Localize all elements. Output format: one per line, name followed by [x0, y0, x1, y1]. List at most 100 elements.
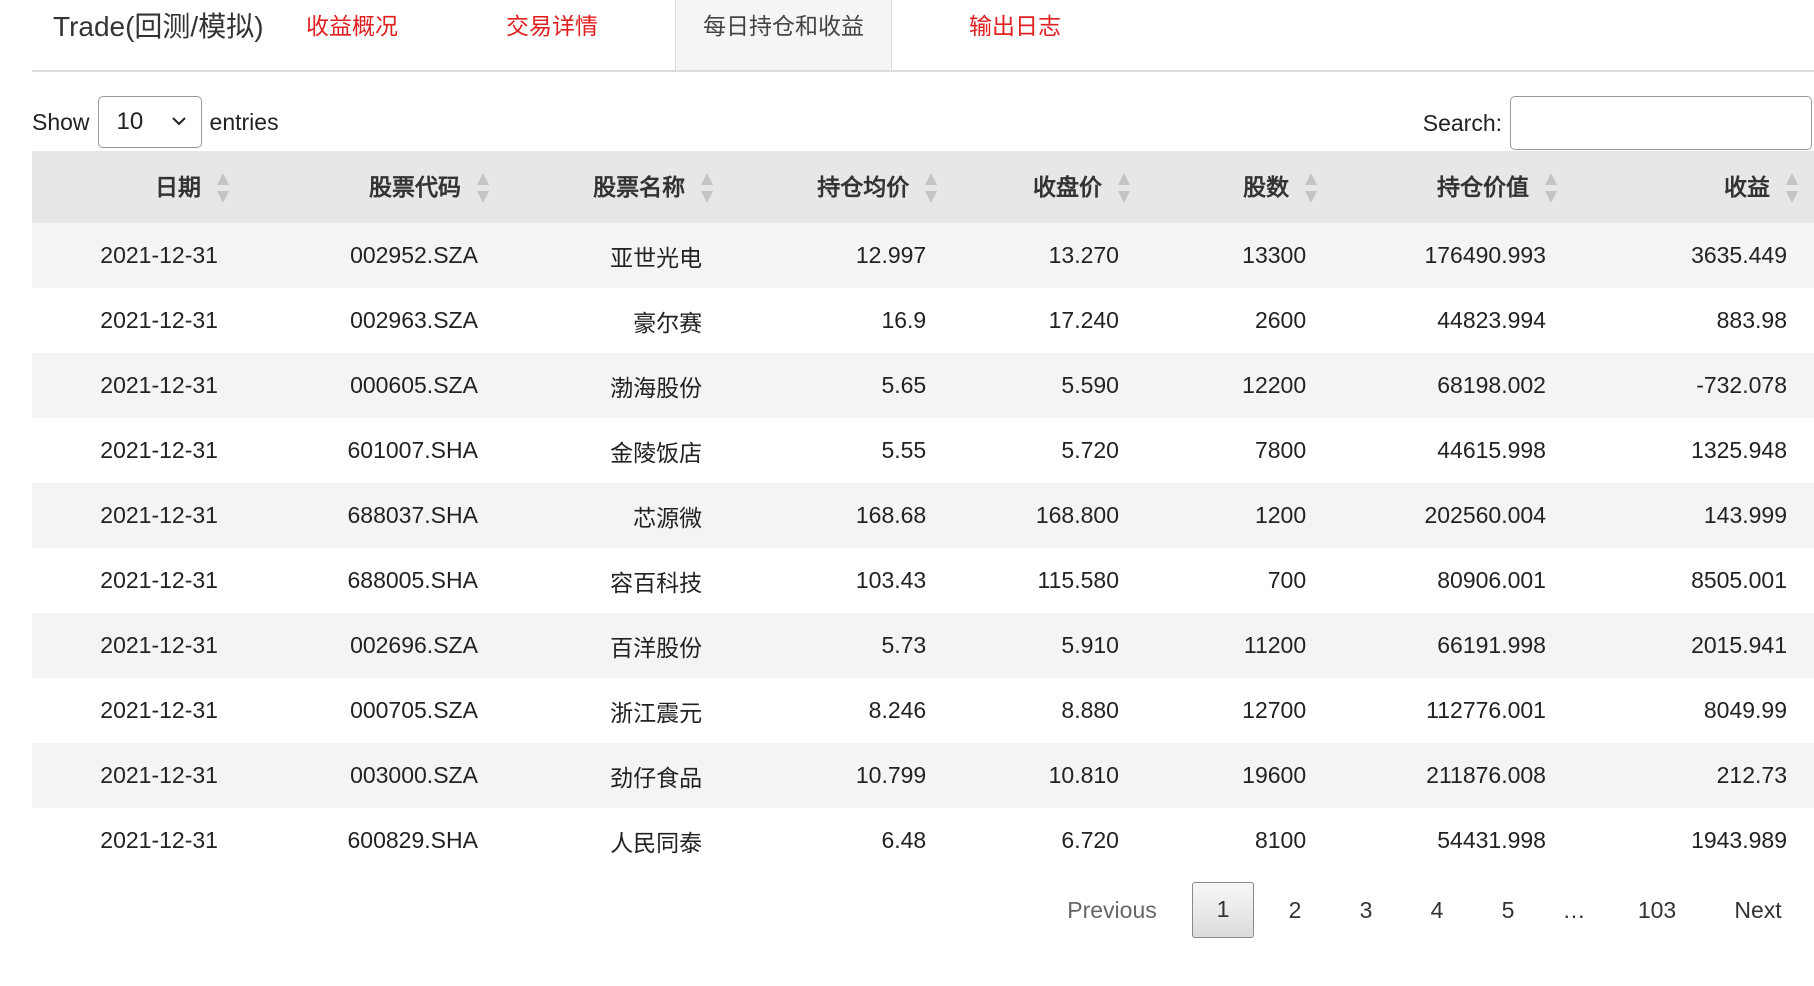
page-button-2[interactable]: 2 [1270, 882, 1320, 938]
cell-code: 600829.SHA [244, 808, 505, 873]
chevron-down-icon [171, 117, 186, 126]
cell-code: 688037.SHA [244, 483, 505, 548]
pagination: Previous 1 2 3 4 5 … 103 Next [0, 882, 1814, 938]
table-row: 2021-12-31 002952.SZA 亚世光电 12.997 13.270… [32, 223, 1814, 288]
cell-close: 6.720 [953, 808, 1146, 873]
cell-name: 容百科技 [504, 548, 730, 613]
column-header-name[interactable]: 股票名称 [504, 151, 730, 223]
cell-pnl: 2015.941 [1572, 613, 1814, 678]
cell-shares: 11200 [1145, 613, 1334, 678]
cell-code: 000605.SZA [244, 353, 505, 418]
table-row: 2021-12-31 688005.SHA 容百科技 103.43 115.58… [32, 548, 1814, 613]
page-length-select[interactable]: 10 [97, 96, 202, 148]
page-button-3[interactable]: 3 [1341, 882, 1391, 938]
sort-both-icon [1305, 173, 1318, 204]
table-row: 2021-12-31 002963.SZA 豪尔赛 16.9 17.240 26… [32, 288, 1814, 353]
cell-avg-cost: 5.65 [729, 353, 954, 418]
cell-close: 10.810 [953, 743, 1146, 808]
cell-date: 2021-12-31 [32, 613, 245, 678]
next-page-button[interactable]: Next [1722, 882, 1794, 938]
cell-value: 112776.001 [1333, 678, 1573, 743]
page-button-last[interactable]: 103 [1626, 882, 1688, 938]
cell-date: 2021-12-31 [32, 223, 245, 288]
cell-shares: 19600 [1145, 743, 1334, 808]
cell-value: 68198.002 [1333, 353, 1573, 418]
cell-name: 亚世光电 [504, 223, 730, 288]
tab-overview[interactable]: 收益概况 [284, 0, 420, 70]
cell-code: 688005.SHA [244, 548, 505, 613]
cell-pnl: 883.98 [1572, 288, 1814, 353]
table-row: 2021-12-31 002696.SZA 百洋股份 5.73 5.910 11… [32, 613, 1814, 678]
column-header-date[interactable]: 日期 [32, 151, 245, 223]
cell-code: 003000.SZA [244, 743, 505, 808]
cell-avg-cost: 8.246 [729, 678, 954, 743]
cell-avg-cost: 10.799 [729, 743, 954, 808]
cell-close: 17.240 [953, 288, 1146, 353]
cell-shares: 700 [1145, 548, 1334, 613]
cell-name: 豪尔赛 [504, 288, 730, 353]
cell-code: 002696.SZA [244, 613, 505, 678]
cell-close: 13.270 [953, 223, 1146, 288]
cell-name: 金陵饭店 [504, 418, 730, 483]
page: Trade(回测/模拟) 收益概况 交易详情 每日持仓和收益 输出日志 Show… [0, 0, 1814, 986]
cell-value: 211876.008 [1333, 743, 1573, 808]
cell-close: 5.910 [953, 613, 1146, 678]
cell-shares: 7800 [1145, 418, 1334, 483]
cell-name: 芯源微 [504, 483, 730, 548]
page-button-4[interactable]: 4 [1412, 882, 1462, 938]
previous-page-button[interactable]: Previous [1052, 882, 1172, 938]
cell-date: 2021-12-31 [32, 743, 245, 808]
cell-value: 44615.998 [1333, 418, 1573, 483]
cell-code: 000705.SZA [244, 678, 505, 743]
cell-date: 2021-12-31 [32, 678, 245, 743]
tab-daily-positions[interactable]: 每日持仓和收益 [675, 0, 892, 70]
table-row: 2021-12-31 000605.SZA 渤海股份 5.65 5.590 12… [32, 353, 1814, 418]
table-row: 2021-12-31 600829.SHA 人民同泰 6.48 6.720 81… [32, 808, 1814, 873]
tab-output-log[interactable]: 输出日志 [947, 0, 1083, 70]
cell-shares: 8100 [1145, 808, 1334, 873]
cell-close: 5.720 [953, 418, 1146, 483]
app-brand[interactable]: Trade(回测/模拟) [53, 5, 264, 45]
cell-avg-cost: 103.43 [729, 548, 954, 613]
cell-pnl: 8049.99 [1572, 678, 1814, 743]
cell-close: 8.880 [953, 678, 1146, 743]
table-row: 2021-12-31 003000.SZA 劲仔食品 10.799 10.810… [32, 743, 1814, 808]
cell-close: 115.580 [953, 548, 1146, 613]
cell-code: 601007.SHA [244, 418, 505, 483]
cell-avg-cost: 12.997 [729, 223, 954, 288]
cell-pnl: 1943.989 [1572, 808, 1814, 873]
sort-both-icon [925, 173, 938, 204]
pagination-ellipsis: … [1562, 897, 1586, 923]
sort-both-icon [1786, 173, 1798, 204]
cell-code: 002963.SZA [244, 288, 505, 353]
page-button-1[interactable]: 1 [1192, 882, 1254, 938]
tab-trade-details[interactable]: 交易详情 [484, 0, 620, 70]
page-button-5[interactable]: 5 [1483, 882, 1533, 938]
cell-value: 80906.001 [1333, 548, 1573, 613]
column-header-code[interactable]: 股票代码 [244, 151, 505, 223]
column-header-close[interactable]: 收盘价 [953, 151, 1146, 223]
cell-shares: 12200 [1145, 353, 1334, 418]
cell-avg-cost: 5.55 [729, 418, 954, 483]
sort-both-icon [1117, 173, 1130, 204]
cell-value: 176490.993 [1333, 223, 1573, 288]
cell-shares: 12700 [1145, 678, 1334, 743]
cell-value: 66191.998 [1333, 613, 1573, 678]
show-label: Show [32, 108, 90, 135]
cell-pnl: 212.73 [1572, 743, 1814, 808]
cell-date: 2021-12-31 [32, 353, 245, 418]
length-control: Show 10 entries [32, 96, 279, 148]
cell-pnl: 143.999 [1572, 483, 1814, 548]
column-header-pnl[interactable]: 收益 [1572, 151, 1814, 223]
cell-date: 2021-12-31 [32, 808, 245, 873]
column-header-value[interactable]: 持仓价值 [1333, 151, 1573, 223]
cell-date: 2021-12-31 [32, 288, 245, 353]
cell-pnl: 8505.001 [1572, 548, 1814, 613]
cell-shares: 1200 [1145, 483, 1334, 548]
search-input[interactable] [1510, 96, 1812, 150]
cell-name: 浙江震元 [504, 678, 730, 743]
cell-pnl: 1325.948 [1572, 418, 1814, 483]
column-header-shares[interactable]: 股数 [1145, 151, 1334, 223]
cell-shares: 13300 [1145, 223, 1334, 288]
column-header-avg-cost[interactable]: 持仓均价 [729, 151, 954, 223]
